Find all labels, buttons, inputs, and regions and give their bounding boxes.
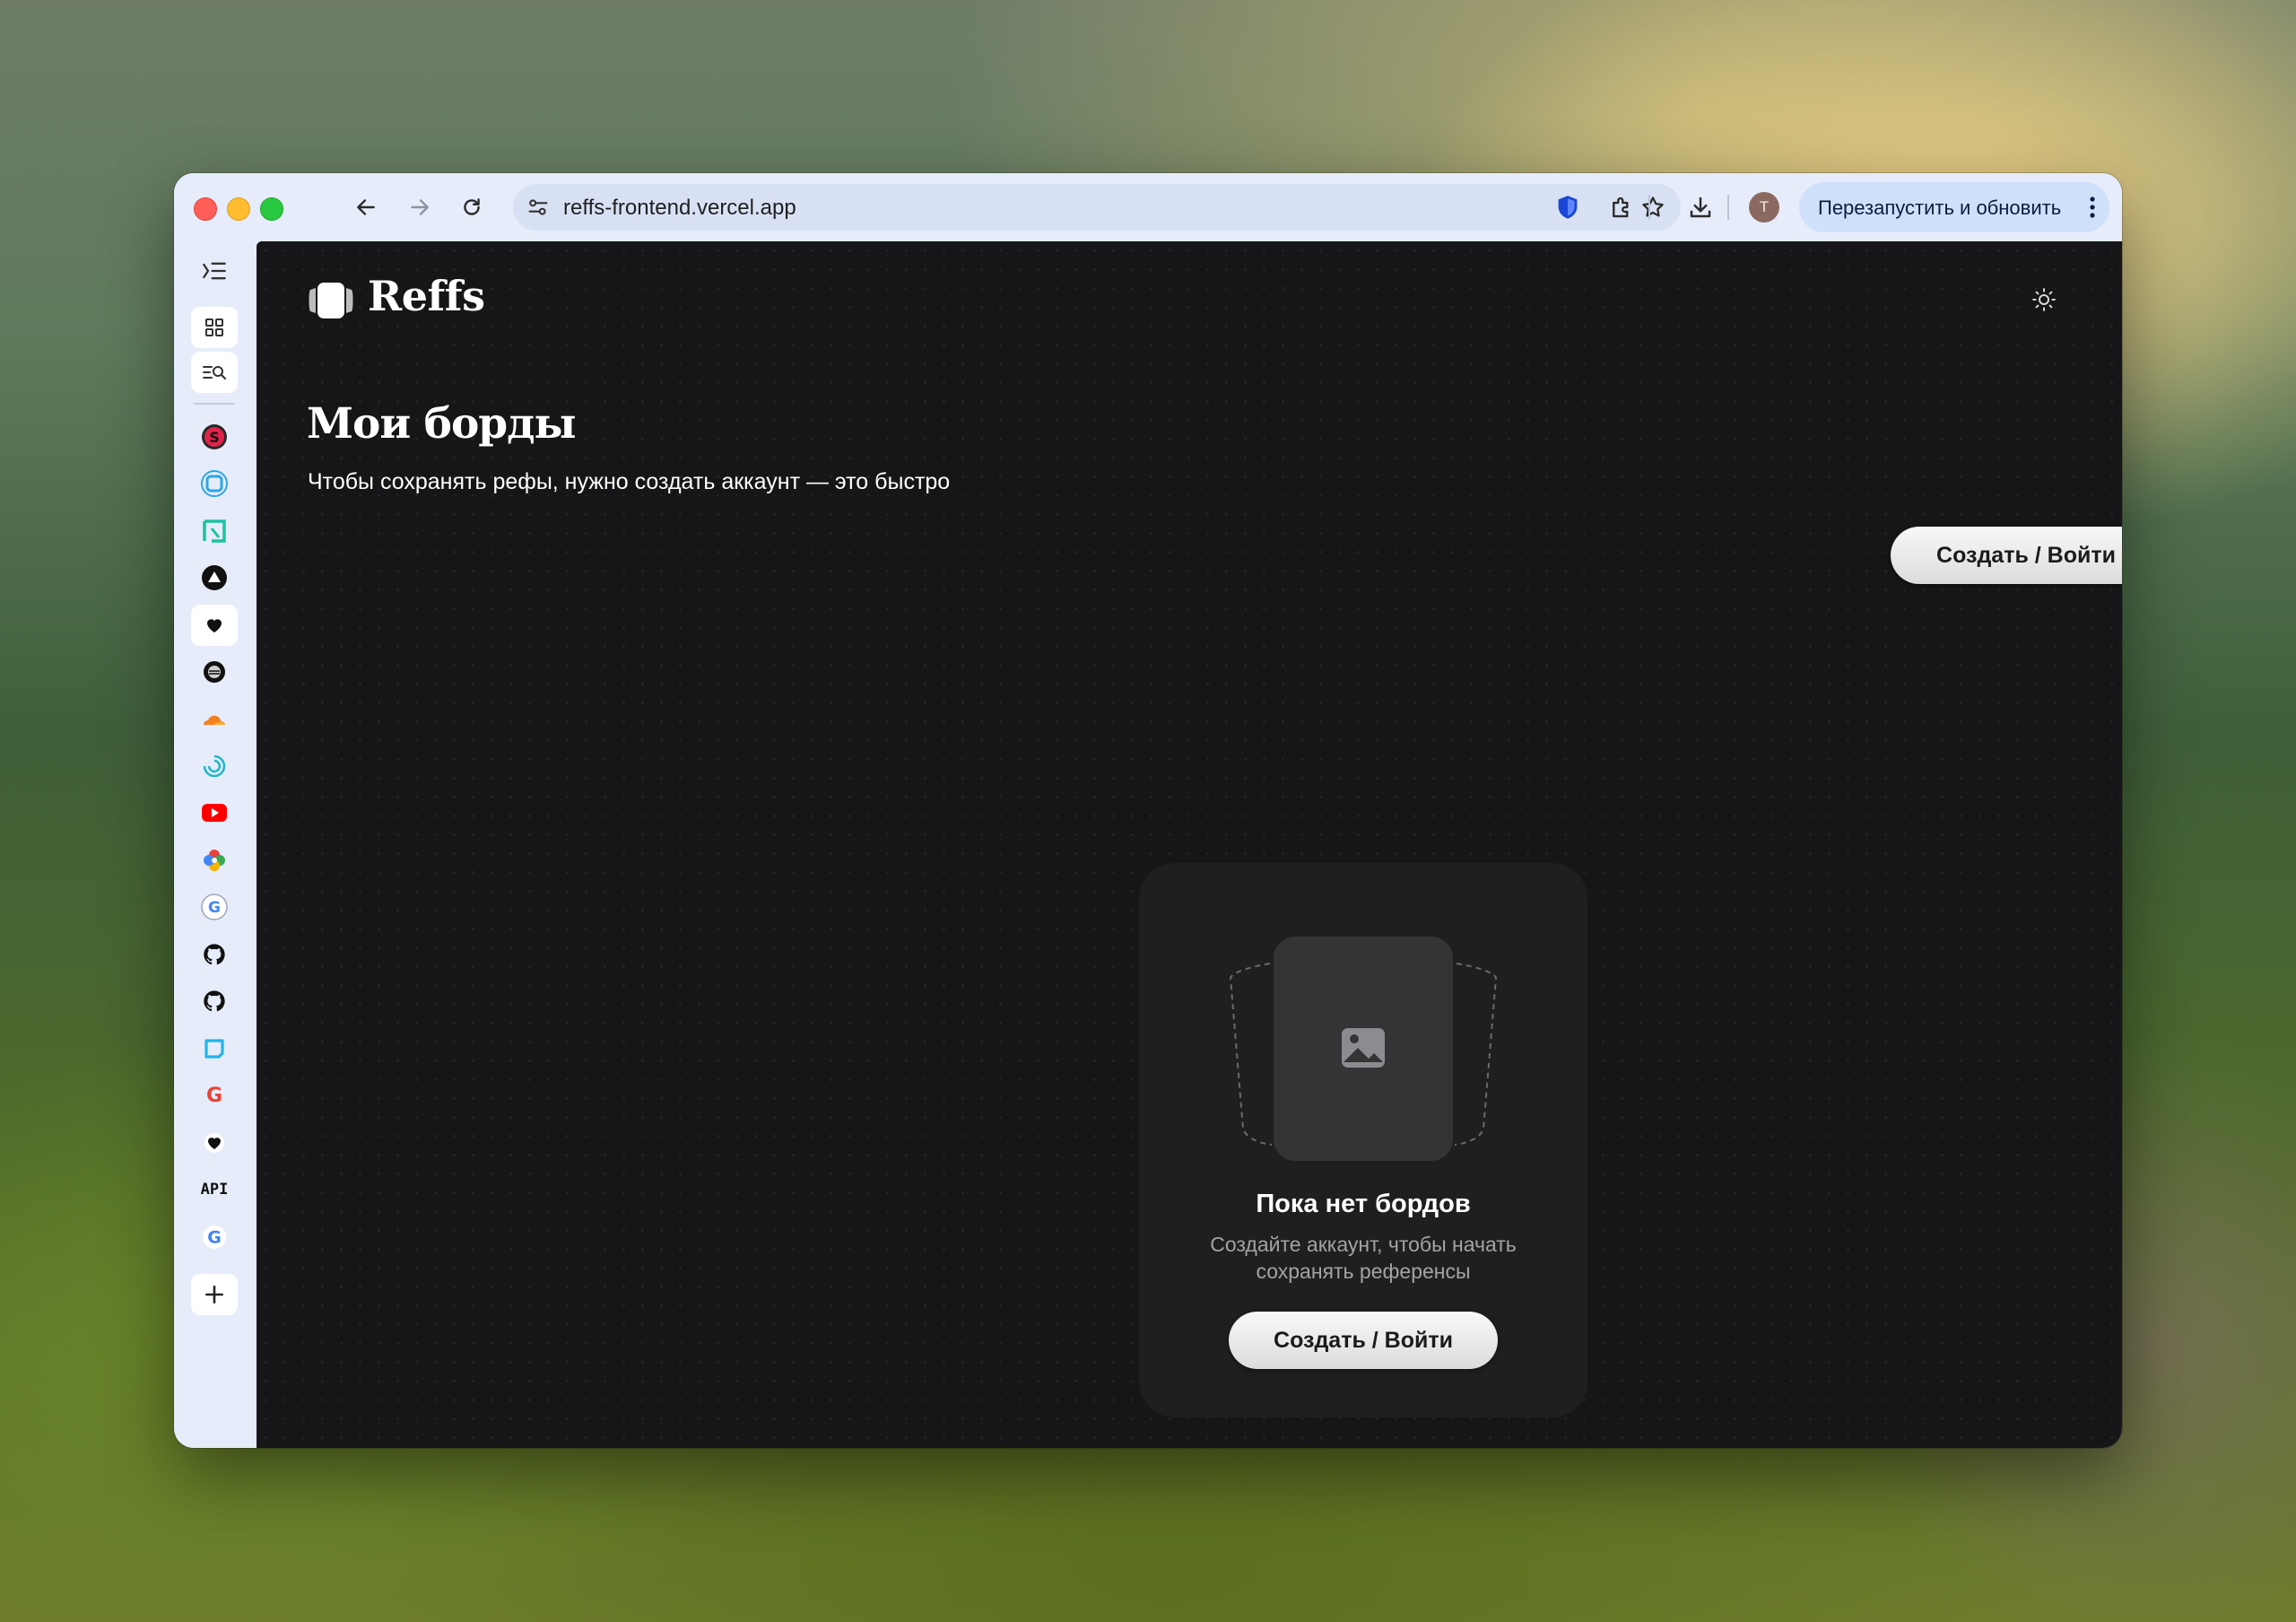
shield-extension-icon[interactable] xyxy=(1552,191,1584,223)
app-heart-icon[interactable] xyxy=(191,605,238,646)
create-login-button[interactable]: Создать / Войти xyxy=(1891,527,2122,584)
site-settings-icon[interactable] xyxy=(526,195,551,220)
youtube-icon[interactable] xyxy=(191,792,238,833)
star-icon[interactable] xyxy=(1639,194,1666,221)
add-icon[interactable] xyxy=(191,1274,238,1315)
address-bar[interactable]: reffs-frontend.vercel.app xyxy=(513,184,1681,231)
theme-toggle-icon[interactable] xyxy=(2031,286,2057,313)
url-text[interactable]: reffs-frontend.vercel.app xyxy=(563,196,796,221)
api-icon[interactable]: API xyxy=(191,1169,238,1210)
search-list-icon[interactable] xyxy=(191,352,238,393)
svg-text:S: S xyxy=(209,429,220,446)
profile-avatar[interactable]: T xyxy=(1749,192,1779,222)
app-notion-icon[interactable] xyxy=(191,510,238,552)
app-square-icon[interactable] xyxy=(191,463,238,504)
relaunch-label: Перезапустить и обновить xyxy=(1818,196,2062,219)
app-swirl-icon[interactable] xyxy=(191,746,238,787)
browser-window: reffs-frontend.vercel.app T Перезапустит… xyxy=(174,173,2122,1448)
google-icon[interactable]: G xyxy=(191,1216,238,1258)
empty-boards-illustration xyxy=(1223,937,1503,1164)
svg-text:G: G xyxy=(208,899,221,917)
relaunch-update-button[interactable]: Перезапустить и обновить xyxy=(1799,182,2109,232)
app-flower-icon[interactable] xyxy=(191,840,238,881)
empty-state-text: Создайте аккаунт, чтобы начать сохранять… xyxy=(1210,1233,1517,1283)
app-dots-icon[interactable] xyxy=(191,651,238,693)
app-blue-square-icon[interactable] xyxy=(191,1028,238,1069)
grid-icon[interactable] xyxy=(191,307,238,348)
browser-sidebar: S G G API G xyxy=(174,241,257,1448)
page-title: Мои борды xyxy=(307,399,577,449)
github-icon[interactable] xyxy=(191,934,238,975)
forward-icon[interactable] xyxy=(402,189,438,225)
download-icon[interactable] xyxy=(1684,191,1717,223)
image-placeholder-icon xyxy=(1342,1028,1385,1068)
more-icon[interactable] xyxy=(2090,195,2095,220)
minimize-window-button[interactable] xyxy=(227,197,250,221)
empty-state-title: Пока нет бордов xyxy=(1256,1190,1471,1218)
github-icon[interactable] xyxy=(191,981,238,1022)
empty-state-create-login-button[interactable]: Создать / Войти xyxy=(1229,1312,1498,1369)
svg-text:G: G xyxy=(206,1085,222,1107)
svg-text:G: G xyxy=(207,1228,222,1248)
cloudflare-icon[interactable] xyxy=(191,699,238,740)
app-heart-icon[interactable] xyxy=(191,1122,238,1164)
app-triangle-icon[interactable] xyxy=(191,557,238,598)
app-s-icon[interactable]: S xyxy=(191,416,238,458)
browser-toolbar: reffs-frontend.vercel.app T Перезапустит… xyxy=(174,173,2122,241)
sidebar-toggle-icon[interactable] xyxy=(191,250,238,292)
reload-icon[interactable] xyxy=(454,189,490,225)
back-icon[interactable] xyxy=(348,189,384,225)
toolbar-divider xyxy=(1727,195,1729,220)
close-window-button[interactable] xyxy=(194,197,217,221)
maximize-window-button[interactable] xyxy=(260,197,283,221)
sidebar-divider xyxy=(194,403,235,405)
toolbar-divider xyxy=(1648,195,1650,220)
logo-text[interactable]: Reffs xyxy=(368,272,485,320)
logo-icon[interactable] xyxy=(307,281,355,320)
extensions-icon[interactable] xyxy=(1605,191,1638,223)
api-label: API xyxy=(200,1181,229,1199)
google-icon[interactable]: G xyxy=(191,886,238,928)
page-subtitle: Чтобы сохранять рефы, нужно создать акка… xyxy=(308,469,951,494)
google-icon[interactable]: G xyxy=(191,1075,238,1116)
